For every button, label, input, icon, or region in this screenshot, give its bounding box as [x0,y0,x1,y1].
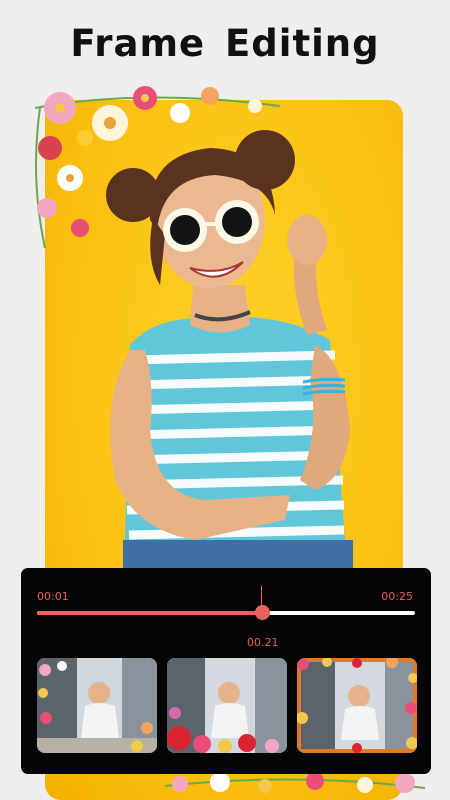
timeline-progress [37,611,264,615]
start-time-label: 00:01 [37,590,69,603]
current-time-label: 00.21 [247,636,279,649]
frame-thumbnail[interactable] [37,658,157,753]
timeline-editor-panel: 00:01 00:25 00.21 [21,568,431,774]
frame-thumbnail[interactable] [167,658,287,753]
frame-thumbnail[interactable] [297,658,417,753]
page-title: Frame Editing [70,22,380,65]
timeline-slider-handle[interactable] [255,605,270,620]
timeline-slider[interactable] [37,611,415,615]
end-time-label: 00:25 [381,590,413,603]
frame-thumbnail-strip [37,658,417,753]
floral-frame-corner [34,86,281,249]
